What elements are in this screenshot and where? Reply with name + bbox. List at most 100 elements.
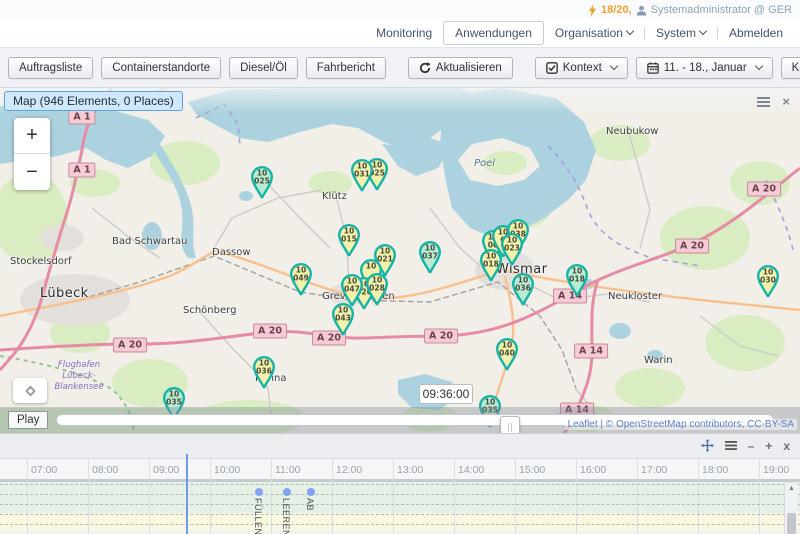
timeline-hour-label: 10:00 — [214, 464, 240, 476]
nav-item-system[interactable]: System — [645, 22, 717, 44]
timeline-gridline — [149, 459, 150, 534]
toolbar-button-containerstandorte[interactable]: Containerstandorte — [101, 57, 221, 79]
map-place-label: Poel — [474, 158, 495, 169]
bolt-icon — [588, 4, 597, 17]
timeline-gridline — [576, 459, 577, 534]
map-marker[interactable]: 10 028 — [366, 272, 388, 306]
time-slider-handle[interactable] — [500, 416, 520, 433]
map-close-icon[interactable]: × — [782, 94, 790, 109]
road-badge: A 20 — [747, 182, 781, 197]
map-marker[interactable]: 10 036 — [512, 272, 534, 306]
timeline-gridline — [637, 459, 638, 534]
map-marker[interactable]: 10 040 — [496, 337, 518, 371]
timeline-dashed-row-line — [0, 524, 800, 525]
komponenten-dropdown[interactable]: Komponenten — [781, 57, 800, 79]
timeline-hour-label: 07:00 — [31, 464, 57, 476]
map-title-tab[interactable]: Map (946 Elements, 0 Places) — [4, 91, 183, 111]
zoom-in-button[interactable]: + — [14, 118, 50, 154]
timeline-event-dot[interactable] — [255, 488, 263, 496]
nav-item-monitoring[interactable]: Monitoring — [365, 22, 443, 44]
map-canvas — [0, 88, 800, 433]
timeline-gridline — [210, 459, 211, 534]
nav-item-label: System — [656, 26, 696, 40]
move-icon[interactable] — [701, 439, 714, 452]
nav-item-organisation[interactable]: Organisation — [544, 22, 644, 44]
status-count: 18/20, — [601, 4, 632, 16]
nav-item-label: Anwendungen — [455, 26, 532, 40]
nav-item-abmelden[interactable]: Abmelden — [718, 22, 794, 44]
svg-text:025: 025 — [254, 177, 270, 186]
toolbar-button-auftragsliste[interactable]: Auftragsliste — [8, 57, 93, 79]
chevron-down-icon — [754, 62, 762, 70]
timeline-gridline — [698, 459, 699, 534]
map-menu-icon[interactable] — [757, 97, 770, 107]
map-zoom-control: + − — [14, 118, 50, 190]
timeline-event-dot[interactable] — [307, 488, 315, 496]
timeline-gridline — [454, 459, 455, 534]
collapse-controls-button[interactable] — [13, 378, 47, 403]
play-button[interactable]: Play — [8, 411, 48, 429]
timeline-event-dot[interactable] — [283, 488, 291, 496]
timeline-gridline — [515, 459, 516, 534]
road-badge: A 1 — [68, 110, 95, 125]
timeline-hour-label: 14:00 — [458, 464, 484, 476]
map-place-label: Lübeck — [40, 286, 89, 301]
map-place-label: Neukloster — [608, 291, 662, 302]
timeline-gridline — [759, 459, 760, 534]
map-marker[interactable]: 10 031 — [351, 158, 373, 192]
timeline-header: – + x — [0, 434, 800, 459]
timeline-gridline — [271, 459, 272, 534]
svg-text:036: 036 — [256, 367, 272, 376]
map-marker[interactable]: 10 018 — [480, 248, 502, 282]
map-marker[interactable]: 10 025 — [251, 165, 273, 199]
zoom-out-button[interactable]: − — [14, 154, 50, 190]
timeline-scrollbar[interactable]: ▲ — [784, 484, 798, 534]
toolbar-button-diesell[interactable]: Diesel/Öl — [229, 57, 298, 79]
kontext-dropdown[interactable]: Kontext — [535, 57, 628, 79]
date-range-dropdown[interactable]: 11. - 18., Januar — [636, 57, 773, 79]
date-range-label: 11. - 18., Januar — [664, 62, 747, 74]
time-tooltip: 09:36:00 — [419, 384, 473, 404]
timeline-close-icon[interactable]: x — [783, 440, 790, 452]
timeline-hour-label: 08:00 — [92, 464, 118, 476]
map-marker[interactable]: 10 015 — [338, 223, 360, 257]
map-marker[interactable]: 10 036 — [253, 355, 275, 389]
map-panel[interactable]: A 1A 1A 20A 20A 20A 20A 20A 20A 14A 14A … — [0, 88, 800, 433]
timeline-hour-header: 07:0008:0009:0010:0011:0012:0013:0014:00… — [0, 459, 800, 480]
map-marker[interactable]: 10 023 — [501, 232, 523, 266]
expand-row-icon[interactable]: + — [765, 440, 772, 452]
svg-text:031: 031 — [354, 170, 370, 179]
svg-text:10: 10 — [366, 262, 376, 271]
timeline-event-label: LEEREN — [281, 498, 291, 534]
svg-text:043: 043 — [335, 314, 351, 323]
map-marker[interactable]: 10 049 — [290, 262, 312, 296]
timeline-menu-icon[interactable] — [725, 441, 737, 450]
timeline-hour-label: 19:00 — [763, 464, 789, 476]
nav-item-label: Abmelden — [729, 26, 783, 40]
timeline-hour-label: 16:00 — [580, 464, 606, 476]
refresh-button[interactable]: Aktualisieren — [408, 57, 513, 79]
svg-text:015: 015 — [341, 235, 357, 244]
timeline-panel: – + x 07:0008:0009:0010:0011:0012:0013:0… — [0, 433, 800, 534]
timeline-event-label: FÜLLEN — [253, 498, 263, 534]
toolbar-button-fahrbericht[interactable]: Fahrbericht — [306, 57, 386, 79]
scrollbar-thumb[interactable] — [787, 513, 796, 534]
nav-item-anwendungen[interactable]: Anwendungen — [443, 21, 544, 45]
road-badge: A 20 — [675, 239, 709, 254]
timeline-dashed-row-line — [0, 504, 800, 505]
user-icon — [636, 5, 647, 16]
collapse-row-icon[interactable]: – — [748, 440, 755, 452]
toolbar-left-buttons: Auftragsliste Containerstandorte Diesel/Öl… — [8, 57, 386, 79]
scroll-up-icon[interactable]: ▲ — [788, 485, 795, 492]
map-marker[interactable]: 10 030 — [757, 264, 779, 298]
map-place-label: Dassow — [212, 247, 251, 258]
timeline-hour-label: 12:00 — [336, 464, 362, 476]
road-badge: A 20 — [424, 329, 458, 344]
svg-text:036: 036 — [515, 284, 531, 293]
map-marker[interactable]: 10 037 — [419, 240, 441, 274]
map-marker[interactable]: 10 043 — [332, 302, 354, 336]
road-badge: A 20 — [253, 324, 287, 339]
map-marker[interactable]: 10 018 — [566, 263, 588, 297]
timeline-dashed-row-line — [0, 484, 800, 485]
komponenten-label: Komponenten — [792, 62, 800, 74]
